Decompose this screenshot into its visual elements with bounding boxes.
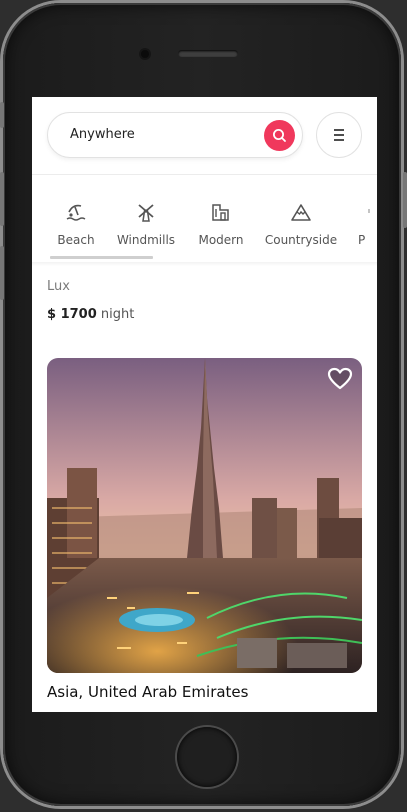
search-input[interactable]: Anywhere [70, 127, 135, 142]
active-category-underline [50, 256, 153, 259]
category-beach[interactable]: Beach [50, 175, 102, 265]
search-button[interactable] [264, 120, 295, 151]
previous-listing-name: Lux [47, 279, 70, 294]
hamburger-menu-icon [334, 129, 344, 141]
listing-title[interactable]: Asia, United Arab Emirates [47, 683, 248, 701]
search-bar[interactable]: Anywhere [47, 112, 303, 158]
category-label: P [358, 233, 366, 247]
volume-down-button[interactable] [0, 246, 4, 300]
volume-up-button[interactable] [0, 172, 4, 226]
price-unit: night [100, 307, 135, 322]
category-countryside[interactable]: Countryside [264, 175, 338, 265]
divider [32, 262, 377, 266]
previous-listing-price: $ 1700 night [47, 307, 134, 322]
beach-icon [66, 204, 86, 221]
category-modern[interactable]: Modern [196, 175, 246, 265]
mute-switch[interactable] [0, 102, 4, 128]
modern-building-icon [212, 204, 229, 221]
earpiece-speaker [178, 50, 238, 57]
category-label: Countryside [264, 233, 338, 247]
price-amount: $ 1700 [47, 307, 97, 322]
listing-image[interactable] [47, 358, 362, 673]
mountain-icon [291, 204, 311, 221]
category-pools[interactable]: P [356, 175, 377, 265]
power-button[interactable] [403, 172, 407, 228]
search-icon [272, 128, 286, 142]
home-button[interactable] [177, 727, 237, 787]
category-label: Beach [57, 233, 95, 247]
front-camera [141, 50, 149, 58]
category-windmills[interactable]: Windmills [115, 175, 177, 265]
pool-icon [368, 209, 370, 213]
category-label: Windmills [116, 233, 176, 247]
category-label: Modern [198, 233, 244, 247]
menu-button[interactable] [316, 112, 362, 158]
heart-icon[interactable] [327, 367, 353, 391]
category-bar: Beach Windmills Modern Countryside P [32, 175, 377, 265]
app-screen: Anywhere Beach Windmills Modern Countrys… [32, 97, 377, 712]
listing-photo [47, 358, 362, 673]
windmill-icon [138, 204, 154, 222]
header: Anywhere [32, 97, 377, 175]
